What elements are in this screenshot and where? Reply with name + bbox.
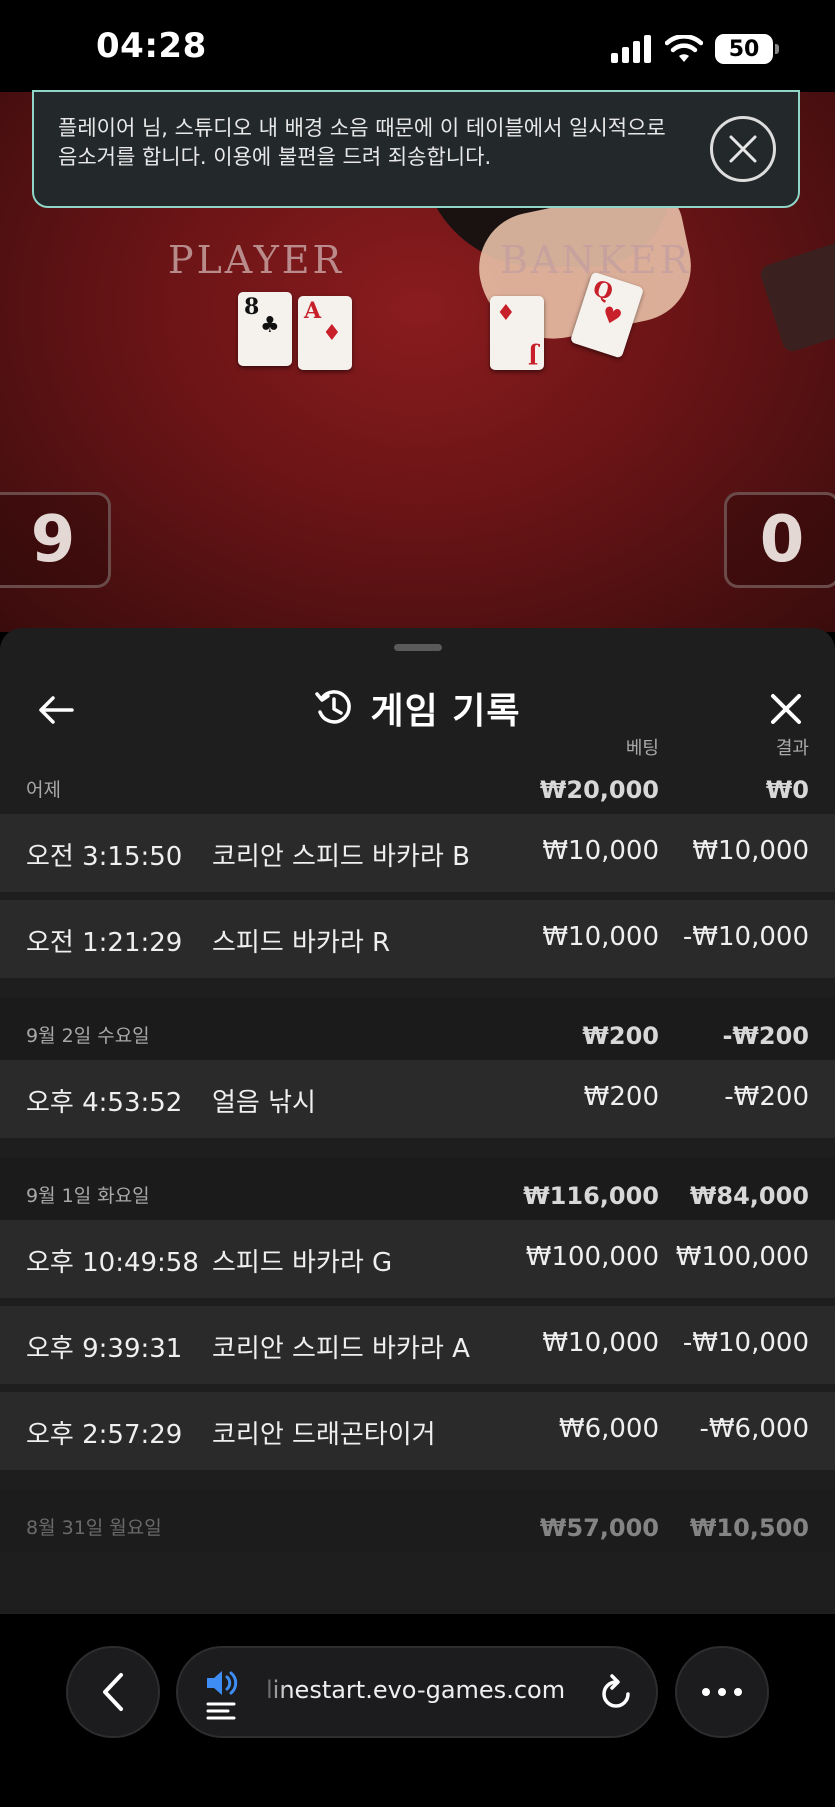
battery-indicator: 50	[715, 34, 779, 64]
row-result: ₩100,000	[675, 1242, 809, 1272]
chevron-left-icon	[103, 1673, 123, 1711]
close-icon	[729, 135, 757, 163]
close-icon	[771, 694, 801, 724]
date-group-header: 어제 ₩20,000 ₩0	[0, 752, 835, 814]
more-options-button[interactable]	[675, 1646, 769, 1738]
banker-card-1-rank: J	[527, 342, 538, 368]
wifi-icon	[665, 35, 703, 62]
address-bar[interactable]: linestart.evo-games.com	[176, 1646, 658, 1738]
history-row[interactable]: 오전 3:15:50 코리안 스피드 바카라 B ₩10,000 ₩10,000	[0, 814, 835, 892]
group-result-total: ₩84,000	[689, 1182, 809, 1210]
url-text: linestart.evo-games.com	[266, 1676, 566, 1704]
status-bar: 04:28 50	[0, 0, 835, 92]
row-game: 코리안 드래곤타이거	[212, 1420, 436, 1450]
group-date: 9월 1일 화요일	[26, 1185, 150, 1207]
speaker-icon	[206, 1671, 238, 1720]
row-time: 오후 4:53:52	[26, 1088, 183, 1118]
row-bet: ₩200	[583, 1082, 659, 1112]
card-shoe	[758, 240, 835, 354]
row-bet: ₩6,000	[558, 1414, 659, 1444]
banker-score: 0	[724, 492, 835, 588]
reload-icon[interactable]	[598, 1674, 634, 1712]
browser-toolbar: linestart.evo-games.com	[0, 1614, 835, 1807]
row-bet: ₩10,000	[542, 836, 659, 866]
banker-score-value: 0	[759, 503, 805, 577]
mute-notice-banner: 플레이어 님, 스튜디오 내 배경 소음 때문에 이 테이블에서 일시적으로 음…	[32, 90, 800, 208]
row-bet: ₩10,000	[542, 922, 659, 952]
player-card-1: 8 ♣	[238, 292, 292, 366]
row-game: 스피드 바카라 G	[212, 1248, 393, 1278]
history-row[interactable]: 오후 4:53:52 얼음 낚시 ₩200 -₩200	[0, 1060, 835, 1138]
history-row[interactable]: 오후 10:49:58 스피드 바카라 G ₩100,000 ₩100,000	[0, 1220, 835, 1298]
notice-text: 플레이어 님, 스튜디오 내 배경 소음 때문에 이 테이블에서 일시적으로 음…	[58, 116, 666, 169]
row-game: 코리안 스피드 바카라 A	[212, 1334, 470, 1364]
group-date: 8월 31일 월요일	[26, 1517, 162, 1539]
more-dot	[734, 1688, 742, 1696]
group-bet-total: ₩116,000	[523, 1182, 659, 1210]
game-history-sheet: 게임 기록 베팅 결과 어제 ₩20,000 ₩0 오전 3:15:50 코리안…	[0, 628, 835, 1628]
history-icon	[315, 690, 352, 724]
row-time: 오후 2:57:29	[26, 1420, 183, 1450]
group-bet-total: ₩57,000	[539, 1514, 659, 1542]
player-card-2-rank: A	[304, 298, 322, 324]
banker-card-2-rank: Q	[589, 275, 617, 306]
player-card-2: A ♦	[298, 296, 352, 370]
signal-icon	[611, 35, 651, 63]
row-time: 오전 1:21:29	[26, 928, 183, 958]
group-bet-total: ₩200	[582, 1022, 659, 1050]
row-game: 스피드 바카라 R	[212, 928, 391, 958]
close-button[interactable]	[759, 682, 813, 736]
row-time: 오후 10:49:58	[26, 1248, 199, 1278]
sheet-title: 게임 기록	[370, 691, 521, 732]
history-row[interactable]: 오후 9:39:31 코리안 스피드 바카라 A ₩10,000 -₩10,00…	[0, 1306, 835, 1384]
url-fade	[258, 1668, 288, 1716]
status-icons: 50	[611, 32, 779, 66]
row-game: 코리안 스피드 바카라 B	[212, 842, 470, 872]
more-dot	[718, 1688, 726, 1696]
row-bet: ₩10,000	[542, 1328, 659, 1358]
player-score-value: 9	[30, 503, 76, 577]
heart-icon: ♥	[598, 301, 626, 332]
group-bet-total: ₩20,000	[539, 776, 659, 804]
player-score: 9	[0, 492, 111, 588]
group-result-total: -₩200	[722, 1022, 809, 1050]
browser-back-button[interactable]	[66, 1646, 160, 1738]
row-bet: ₩100,000	[525, 1242, 659, 1272]
banker-card-1: J ♦	[490, 296, 544, 370]
row-result: ₩10,000	[692, 836, 809, 866]
status-time: 04:28	[96, 26, 207, 66]
group-date: 9월 2일 수요일	[26, 1025, 150, 1047]
diamond-icon: ♦	[496, 300, 516, 326]
row-result: -₩200	[724, 1082, 809, 1112]
notice-close-button[interactable]	[710, 116, 776, 182]
sheet-grabber[interactable]	[394, 644, 442, 651]
group-result-total: ₩10,500	[689, 1514, 809, 1542]
row-time: 오전 3:15:50	[26, 842, 183, 872]
more-dot	[702, 1688, 710, 1696]
row-result: -₩10,000	[682, 1328, 809, 1358]
row-result: -₩6,000	[699, 1414, 809, 1444]
player-label: PLAYER	[168, 238, 345, 282]
date-group-header: 9월 1일 화요일 ₩116,000 ₩84,000	[0, 1158, 835, 1220]
row-time: 오후 9:39:31	[26, 1334, 183, 1364]
history-row[interactable]: 오후 2:57:29 코리안 드래곤타이거 ₩6,000 -₩6,000	[0, 1392, 835, 1470]
row-game: 얼음 낚시	[212, 1088, 316, 1118]
history-row[interactable]: 오전 1:21:29 스피드 바카라 R ₩10,000 -₩10,000	[0, 900, 835, 978]
group-result-total: ₩0	[765, 776, 809, 804]
group-date: 어제	[26, 779, 61, 801]
diamond-icon: ♦	[322, 320, 342, 346]
sheet-header: 게임 기록	[0, 666, 835, 752]
row-result: -₩10,000	[682, 922, 809, 952]
date-group-header: 8월 31일 월요일 ₩57,000 ₩10,500	[0, 1490, 835, 1552]
club-icon: ♣	[260, 312, 280, 338]
date-group-header: 9월 2일 수요일 ₩200 -₩200	[0, 998, 835, 1060]
player-card-1-rank: 8	[244, 294, 260, 320]
battery-level: 50	[728, 36, 760, 62]
title-wrap: 게임 기록	[0, 682, 835, 734]
